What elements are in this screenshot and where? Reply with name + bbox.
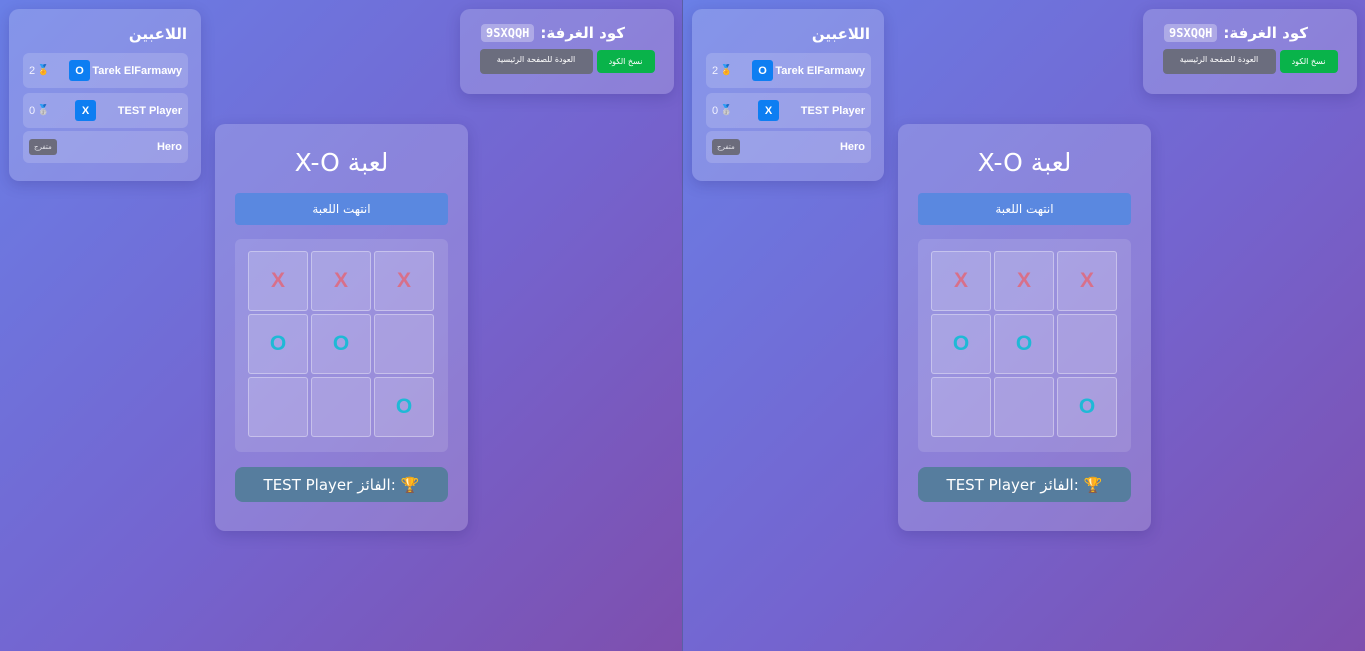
board-cell[interactable]: O bbox=[374, 377, 434, 437]
board-cell[interactable] bbox=[311, 377, 371, 437]
room-panel: كود الغرفة: 9SXQQH العودة للصفحة الرئيسي… bbox=[460, 9, 674, 94]
game-panel: لعبة X-O انتهت اللعبة X X X O O O TEST P… bbox=[215, 124, 468, 531]
board-cell[interactable] bbox=[374, 314, 434, 374]
player-name: Tarek ElFarmawy bbox=[775, 64, 865, 77]
winner-label: الفائز: bbox=[357, 475, 396, 494]
winner-name: TEST Player bbox=[946, 475, 1036, 494]
room-code-value: 9SXQQH bbox=[1164, 24, 1218, 42]
room-code-label: كود الغرفة: bbox=[1223, 24, 1308, 42]
room-actions: العودة للصفحة الرئيسية نسخ الكود bbox=[1157, 49, 1343, 74]
player-symbol-badge: X bbox=[75, 100, 96, 121]
back-to-home-button[interactable]: العودة للصفحة الرئيسية bbox=[1162, 49, 1276, 74]
players-panel-title: اللاعبين bbox=[128, 25, 187, 43]
medal-gold-icon: 🏅 bbox=[37, 65, 50, 76]
board-cell[interactable]: X bbox=[994, 251, 1054, 311]
winner-banner: TEST Player الفائز: 🏆 bbox=[235, 467, 448, 502]
player-row: 2 🏅 O Tarek ElFarmawy bbox=[23, 53, 188, 88]
player-symbol-badge: O bbox=[69, 60, 90, 81]
board-cell[interactable]: X bbox=[931, 251, 991, 311]
game-board: X X X O O O bbox=[931, 251, 1118, 437]
player-score: 2 🏅 bbox=[29, 64, 50, 77]
board-cell[interactable]: O bbox=[931, 314, 991, 374]
game-status-bar: انتهت اللعبة bbox=[235, 193, 448, 225]
trophy-icon: 🏆 bbox=[1083, 475, 1103, 494]
game-panel: لعبة X-O انتهت اللعبة X X X O O O TEST P… bbox=[898, 124, 1151, 531]
board-container: X X X O O O bbox=[235, 239, 448, 452]
board-cell[interactable] bbox=[1057, 314, 1117, 374]
board-cell[interactable] bbox=[248, 377, 308, 437]
winner-label: الفائز: bbox=[1040, 475, 1079, 494]
players-panel-title: اللاعبين bbox=[811, 25, 870, 43]
board-cell[interactable]: O bbox=[1057, 377, 1117, 437]
spectator-name: Hero bbox=[839, 141, 865, 153]
board-cell[interactable]: O bbox=[311, 314, 371, 374]
medal-silver-icon: 🥈 bbox=[37, 105, 50, 116]
game-title: لعبة X-O bbox=[977, 148, 1072, 177]
game-window-left: اللاعبين 2 🏅 O Tarek ElFarmawy 0 🥈 X TEST … bbox=[0, 0, 682, 651]
player-row: 0 🥈 X TEST Player bbox=[23, 93, 188, 128]
player-row: 2 🏅 O Tarek ElFarmawy bbox=[706, 53, 871, 88]
board-container: X X X O O O bbox=[918, 239, 1131, 452]
room-code-value: 9SXQQH bbox=[481, 24, 535, 42]
player-name: TEST Player bbox=[117, 104, 182, 117]
copy-code-button[interactable]: نسخ الكود bbox=[596, 50, 655, 73]
copy-code-button[interactable]: نسخ الكود bbox=[1279, 50, 1338, 73]
game-board: X X X O O O bbox=[248, 251, 435, 437]
board-cell[interactable]: X bbox=[311, 251, 371, 311]
board-cell[interactable]: X bbox=[374, 251, 434, 311]
spectator-badge: متفرج bbox=[712, 139, 740, 155]
winner-banner: TEST Player الفائز: 🏆 bbox=[918, 467, 1131, 502]
medal-silver-icon: 🥈 bbox=[720, 105, 733, 116]
player-score: 0 🥈 bbox=[29, 104, 50, 117]
back-to-home-button[interactable]: العودة للصفحة الرئيسية bbox=[479, 49, 593, 74]
room-panel: كود الغرفة: 9SXQQH العودة للصفحة الرئيسي… bbox=[1143, 9, 1357, 94]
board-cell[interactable] bbox=[994, 377, 1054, 437]
board-cell[interactable]: O bbox=[994, 314, 1054, 374]
room-code-header: كود الغرفة: 9SXQQH bbox=[1157, 24, 1315, 42]
room-actions: العودة للصفحة الرئيسية نسخ الكود bbox=[474, 49, 660, 74]
trophy-icon: 🏆 bbox=[400, 475, 420, 494]
player-name: Tarek ElFarmawy bbox=[92, 64, 182, 77]
board-cell[interactable]: X bbox=[1057, 251, 1117, 311]
game-title: لعبة X-O bbox=[294, 148, 389, 177]
room-code-label: كود الغرفة: bbox=[540, 24, 625, 42]
spectator-row: متفرج Hero bbox=[23, 131, 188, 163]
board-cell[interactable]: X bbox=[248, 251, 308, 311]
game-window-right: اللاعبين 2 🏅 O Tarek ElFarmawy 0 🥈 X TEST … bbox=[682, 0, 1365, 651]
spectator-row: متفرج Hero bbox=[706, 131, 871, 163]
spectator-badge: متفرج bbox=[29, 139, 57, 155]
board-cell[interactable]: O bbox=[248, 314, 308, 374]
medal-gold-icon: 🏅 bbox=[720, 65, 733, 76]
player-score: 0 🥈 bbox=[712, 104, 733, 117]
spectator-name: Hero bbox=[156, 141, 182, 153]
game-status-bar: انتهت اللعبة bbox=[918, 193, 1131, 225]
room-code-header: كود الغرفة: 9SXQQH bbox=[474, 24, 632, 42]
winner-name: TEST Player bbox=[263, 475, 353, 494]
players-panel: اللاعبين 2 🏅 O Tarek ElFarmawy 0 🥈 X TEST … bbox=[692, 9, 884, 181]
board-cell[interactable] bbox=[931, 377, 991, 437]
player-score: 2 🏅 bbox=[712, 64, 733, 77]
player-name: TEST Player bbox=[800, 104, 865, 117]
player-row: 0 🥈 X TEST Player bbox=[706, 93, 871, 128]
player-symbol-badge: X bbox=[758, 100, 779, 121]
players-panel: اللاعبين 2 🏅 O Tarek ElFarmawy 0 🥈 X TEST … bbox=[9, 9, 201, 181]
player-symbol-badge: O bbox=[752, 60, 773, 81]
